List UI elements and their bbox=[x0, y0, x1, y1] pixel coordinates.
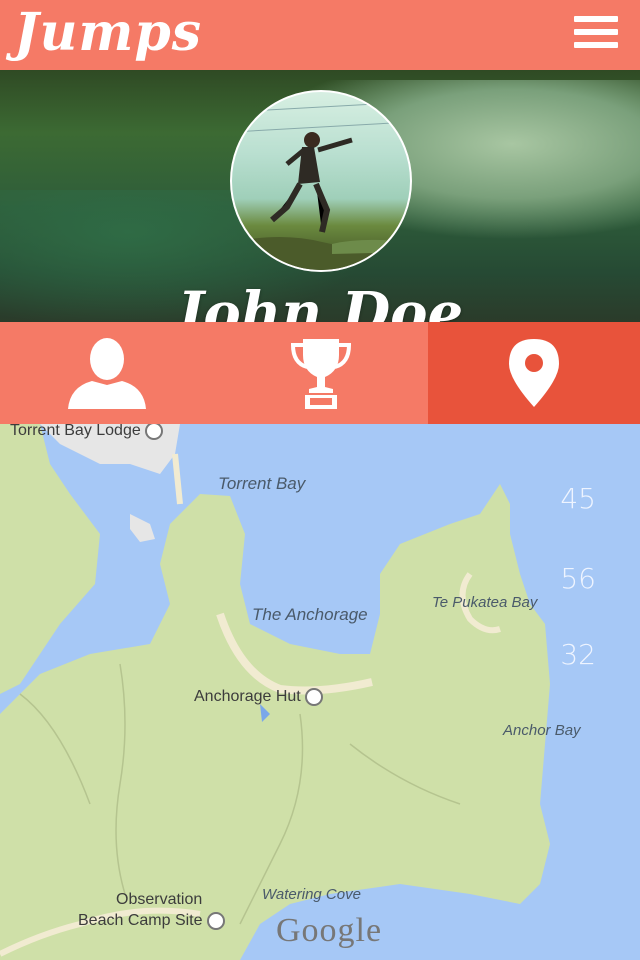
user-icon bbox=[68, 338, 146, 409]
location-pin-icon bbox=[509, 339, 559, 407]
avatar[interactable] bbox=[230, 90, 412, 272]
stat-value-3: 32 bbox=[560, 638, 596, 671]
map-label-torrent-bay: Torrent Bay bbox=[218, 474, 306, 493]
profile-tabs bbox=[0, 322, 640, 424]
map-label-anchorage-hut[interactable]: Anchorage Hut bbox=[194, 688, 324, 706]
profile-name: John Doe bbox=[176, 280, 464, 322]
map-label-watering-cove: Watering Cove bbox=[262, 886, 361, 903]
map-label-observation-camp[interactable]: Beach Camp Site bbox=[78, 912, 225, 930]
app-title: Jumps bbox=[14, 2, 203, 63]
hamburger-menu-icon[interactable] bbox=[574, 16, 618, 48]
map-label-observation-line1: Observation bbox=[116, 891, 203, 908]
google-attribution-logo[interactable]: Google bbox=[276, 912, 382, 950]
map-label-the-anchorage: The Anchorage bbox=[252, 605, 368, 624]
jumper-photo-icon bbox=[232, 101, 410, 270]
map-view[interactable]: Torrent Bay Lodge Torrent Bay The Anchor… bbox=[0, 424, 640, 960]
app-header: Jumps bbox=[0, 0, 640, 70]
map-label-te-pukatea-bay: Te Pukatea Bay bbox=[432, 594, 538, 611]
lodge-pin-icon bbox=[145, 424, 164, 440]
stat-value-2: 56 bbox=[560, 562, 596, 595]
trophy-icon bbox=[291, 339, 351, 409]
map-label-anchor-bay: Anchor Bay bbox=[503, 722, 581, 739]
tab-location[interactable] bbox=[428, 322, 640, 424]
tab-profile[interactable] bbox=[0, 322, 214, 424]
camp-pin-icon bbox=[206, 912, 225, 930]
stat-value-1: 45 bbox=[560, 482, 596, 515]
map-label-torrent-bay-lodge[interactable]: Torrent Bay Lodge bbox=[10, 424, 164, 440]
tab-trophies[interactable] bbox=[214, 322, 428, 424]
profile-banner: John Doe bbox=[0, 70, 640, 322]
hut-pin-icon bbox=[305, 688, 324, 706]
